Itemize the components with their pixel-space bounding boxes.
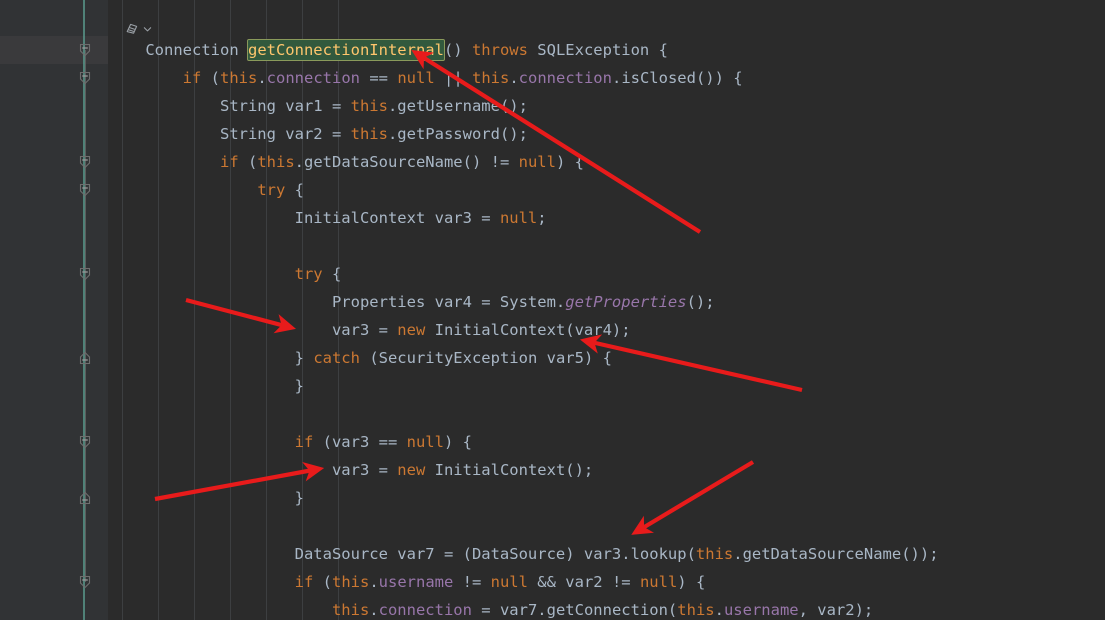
fold-toggle-line-144[interactable] (77, 42, 93, 58)
code-line-147[interactable]: String var2 = this.getPassword(); (108, 120, 528, 148)
code-line-160[interactable]: } (108, 484, 304, 512)
code-line-162[interactable]: DataSource var7 = (DataSource) var3.look… (108, 540, 939, 568)
fold-toggle-line-148[interactable] (77, 154, 93, 170)
code-line-164[interactable]: this.connection = var7.getConnection(thi… (108, 596, 873, 620)
code-line-155[interactable]: } catch (SecurityException var5) { (108, 344, 612, 372)
fold-toggle-line-163[interactable] (77, 574, 93, 590)
code-line-146[interactable]: String var1 = this.getUsername(); (108, 92, 528, 120)
chevron-down-icon[interactable] (143, 25, 152, 34)
fold-toggle-line-158[interactable] (77, 434, 93, 450)
line-number-gutter (0, 0, 70, 620)
fold-toggle-line-145[interactable] (77, 70, 93, 86)
code-line-163[interactable]: if (this.username != null && var2 != nul… (108, 568, 705, 596)
fold-toggle-line-149[interactable] (77, 182, 93, 198)
code-line-145[interactable]: if (this.connection == null || this.conn… (108, 64, 743, 92)
code-line-144[interactable]: Connection getConnectionInternal() throw… (108, 36, 668, 64)
fold-toggle-line-160[interactable] (77, 490, 93, 506)
code-line-158[interactable]: if (var3 == null) { (108, 428, 472, 456)
fold-toggle-line-155[interactable] (77, 350, 93, 366)
code-line-154[interactable]: var3 = new InitialContext(var4); (108, 316, 631, 344)
fold-toggle-line-152[interactable] (77, 266, 93, 282)
spring-bean-icon[interactable] (124, 21, 152, 37)
code-line-159[interactable]: var3 = new InitialContext(); (108, 456, 593, 484)
highlighted-symbol[interactable]: getConnectionInternal (248, 40, 444, 60)
code-line-148[interactable]: if (this.getDataSourceName() != null) { (108, 148, 584, 176)
code-editor[interactable]: Connection getConnectionInternal() throw… (0, 0, 1105, 620)
code-line-149[interactable]: try { (108, 176, 304, 204)
code-line-152[interactable]: try { (108, 260, 341, 288)
code-text-area[interactable]: Connection getConnectionInternal() throw… (108, 0, 1105, 620)
code-line-153[interactable]: Properties var4 = System.getProperties()… (108, 288, 715, 316)
spring-bean-icon-glyph (124, 21, 140, 37)
code-line-156[interactable]: } (108, 372, 304, 400)
code-line-150[interactable]: InitialContext var3 = null; (108, 204, 547, 232)
fold-gutter[interactable] (70, 0, 108, 620)
